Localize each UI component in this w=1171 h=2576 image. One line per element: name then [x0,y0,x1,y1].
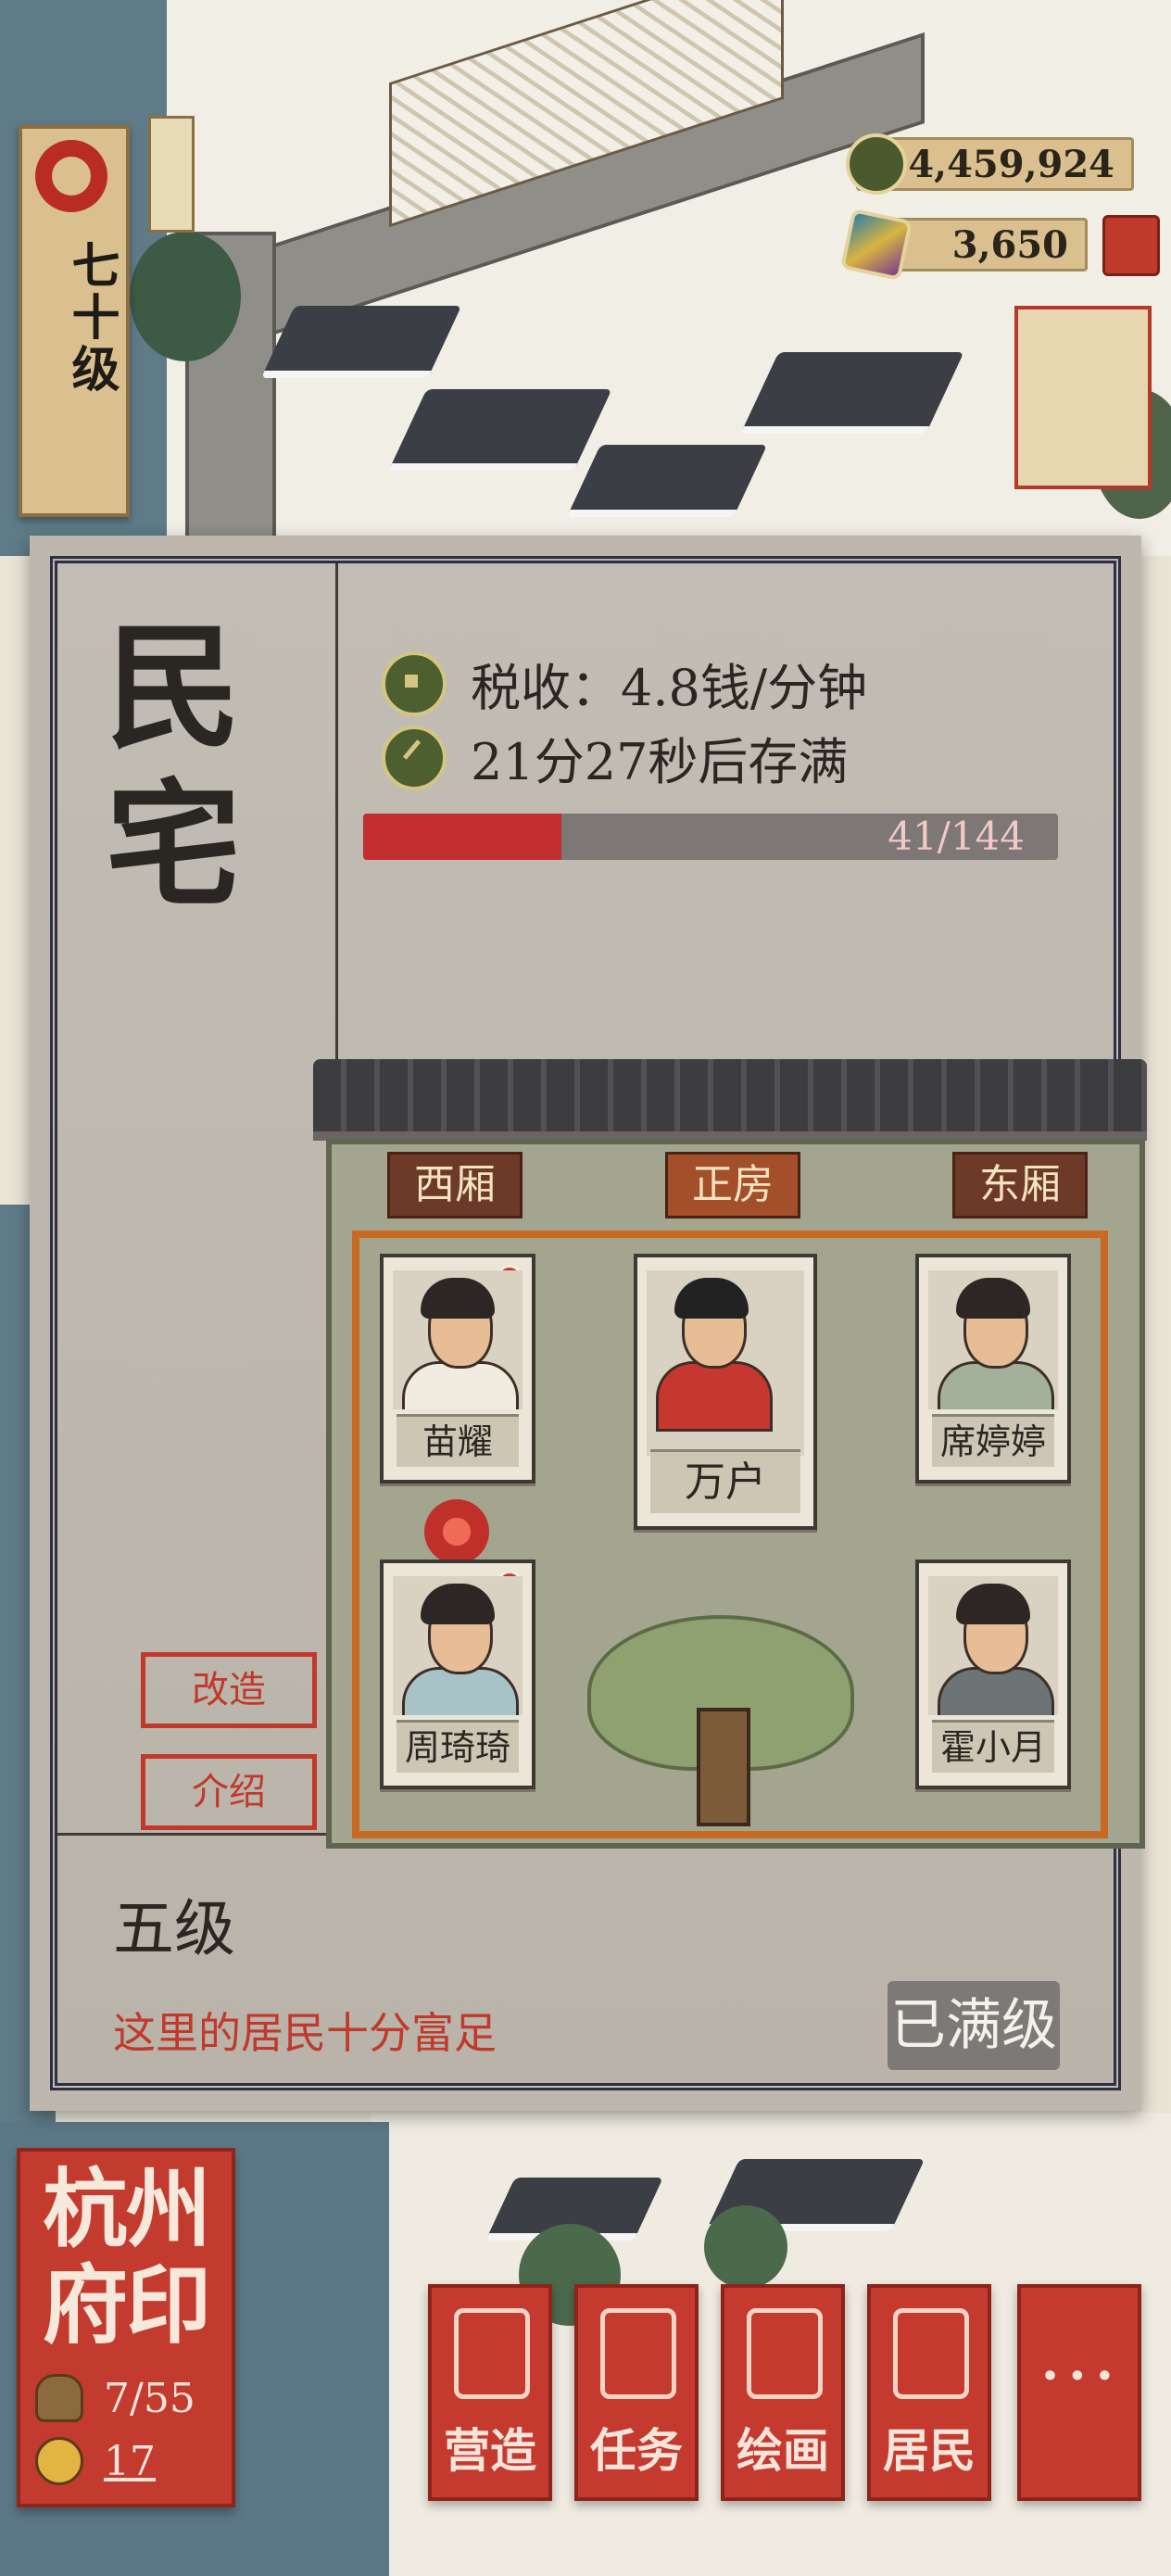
building-grade: 五级 [113,1893,235,1964]
tab-west-wing[interactable]: 西厢 [387,1152,523,1219]
resident-card-4[interactable]: 周琦琦 [380,1559,535,1789]
full-timer: 21分27秒后存满 [471,733,849,791]
house-roof [313,1059,1147,1141]
gem-amount: 3,650 [951,222,1068,267]
nav-build-button[interactable]: 营造 [428,2284,552,2501]
tab-east-wing[interactable]: 东厢 [952,1152,1088,1219]
coin-counter[interactable]: 4,459,924 [846,133,1134,195]
resident-card-2[interactable]: 万户 [634,1254,817,1530]
nav-more-button[interactable]: ··· [1017,2284,1141,2501]
resident-name: 周琦琦 [397,1720,519,1773]
max-level-button[interactable]: 已满级 [888,1981,1060,2070]
willow-tree-icon [587,1615,854,1828]
panel-frame: 民宅 税收：4.8钱/分钟 21分27秒后存满 41/144 西厢 正房 东厢 [50,556,1147,2090]
shop-chest-icon[interactable] [1102,215,1160,276]
nav-tasks-label: 任务 [590,2423,683,2478]
tax-row: 税收：4.8钱/分钟 [382,647,867,720]
storage-progress-fill [363,814,561,860]
resident-name: 霍小月 [932,1720,1054,1773]
person-icon [893,2308,969,2399]
copper-coin-icon [846,133,907,195]
seal-title: 杭州府印 [42,2159,211,2355]
flower-decoration-icon [424,1499,489,1564]
player-level-banner[interactable]: 七十级 [19,125,130,517]
resident-name: 席婷婷 [932,1414,1054,1467]
player-level-text: 七十级 [63,240,120,396]
resident-portrait [393,1270,523,1409]
tax-rate: 税收：4.8钱/分钟 [471,659,868,717]
resident-portrait [928,1576,1058,1715]
nav-paint-button[interactable]: 绘画 [721,2284,845,2501]
nav-build-label: 营造 [444,2423,536,2478]
timer-row: 21分27秒后存满 [382,721,848,794]
happiness-count: 17 [104,2437,156,2485]
renovate-button[interactable]: 改造 [141,1652,317,1728]
happiness-stat: 17 [35,2437,156,2485]
brush-seal-icon [35,140,107,212]
tab-main-room[interactable]: 正房 [665,1152,800,1219]
village-sign-scroll[interactable] [1014,306,1152,489]
book-icon [600,2308,676,2399]
resident-name: 苗耀 [397,1414,519,1467]
resident-card-3[interactable]: 席婷婷 [915,1254,1071,1484]
population-icon [35,2374,83,2422]
smiley-icon [35,2437,83,2485]
coin-amount: 4,459,924 [908,142,1114,186]
resident-card-1[interactable]: 苗耀 [380,1254,535,1484]
house-icon [454,2308,530,2399]
coin-icon [382,650,447,716]
gem-counter[interactable]: 3,650 [839,208,1088,282]
building-name: 民宅 [106,609,241,925]
resident-portrait [647,1270,804,1456]
building-info-panel: 民宅 税收：4.8钱/分钟 21分27秒后存满 41/144 西厢 正房 东厢 [30,536,1147,2111]
intro-button[interactable]: 介绍 [141,1754,317,1830]
resident-card-5[interactable]: 霍小月 [915,1559,1071,1789]
clock-icon [382,725,447,790]
nav-paint-label: 绘画 [737,2423,829,2478]
resident-name: 万户 [650,1449,800,1513]
storage-progress-bar: 41/144 [363,814,1058,860]
courtyard-house: 西厢 正房 东厢 苗耀 万户 席婷婷 周琦琦 霍小月 [313,1059,1147,1849]
nav-residents-label: 居民 [883,2423,976,2478]
nav-tasks-button[interactable]: 任务 [574,2284,699,2501]
resident-portrait [928,1270,1058,1409]
storage-progress-label: 41/144 [888,814,1025,859]
population-count: 7/55 [104,2374,195,2422]
resident-portrait [393,1576,523,1715]
building-description: 这里的居民十分富足 [113,2008,497,2058]
population-stat: 7/55 [35,2374,195,2422]
prefecture-seal[interactable]: 杭州府印 7/55 17 [17,2148,235,2507]
scroll-icon [747,2308,823,2399]
hanging-tag-icon[interactable] [148,116,195,233]
jade-gem-icon [839,208,913,282]
nav-residents-button[interactable]: 居民 [867,2284,991,2501]
